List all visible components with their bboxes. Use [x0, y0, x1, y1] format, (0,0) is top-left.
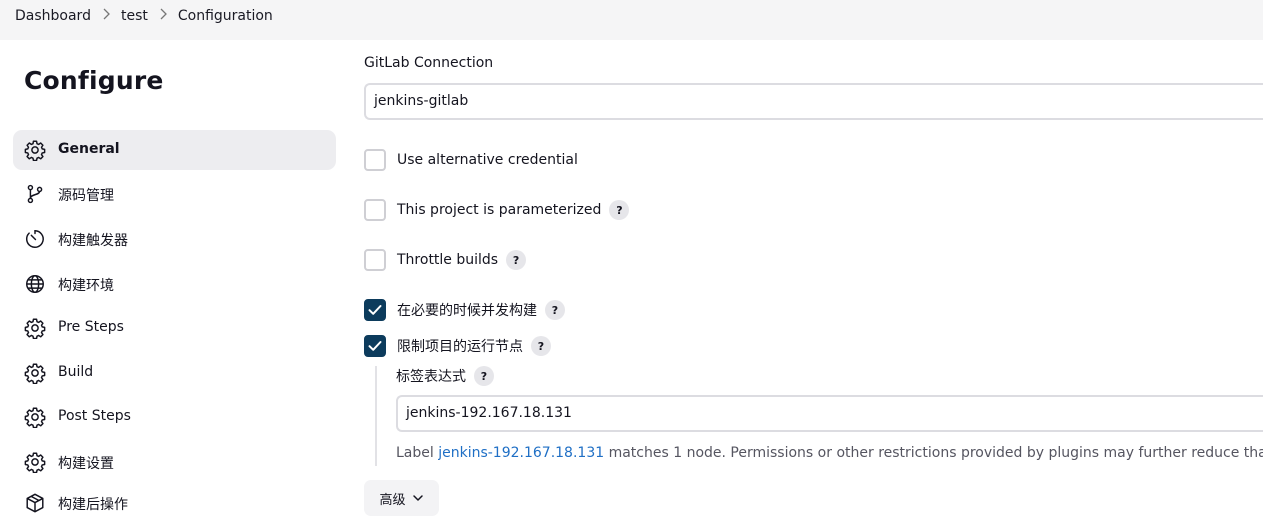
advanced-button[interactable]: 高级 [364, 480, 439, 516]
sidebar-item-general[interactable]: General [13, 130, 336, 170]
sidebar-item-label: Pre Steps [58, 319, 124, 335]
label-expression-input[interactable]: jenkins-192.167.18.131 [396, 395, 1263, 432]
sidebar-item-label: Build [58, 364, 94, 380]
gear-icon [24, 362, 46, 385]
checkbox-label[interactable]: 限制项目的运行节点 [397, 336, 523, 356]
use-alternative-credential-checkbox[interactable] [364, 149, 386, 171]
parameterized-option: This project is parameterized ? [364, 198, 630, 222]
label-expression-label: 标签表达式 [396, 369, 466, 385]
sidebar-item-post-build-actions[interactable]: 构建后操作 [13, 483, 336, 523]
concurrent-builds-checkbox[interactable] [364, 299, 386, 321]
sidebar-item-label: 源码管理 [58, 188, 114, 204]
nested-section-divider [375, 366, 377, 466]
sidebar-item-label: 构建环境 [58, 278, 114, 294]
help-icon[interactable]: ? [609, 200, 630, 220]
branch-icon [24, 183, 46, 205]
breadcrumb-test[interactable]: test [121, 8, 148, 24]
timer-icon [24, 228, 46, 250]
checkmark-icon [368, 305, 382, 315]
sidebar-item-build[interactable]: Build [13, 353, 336, 393]
gear-icon [24, 317, 46, 340]
sidebar-item-build-environment[interactable]: 构建环境 [13, 264, 336, 304]
breadcrumb: Dashboard test Configuration [15, 8, 273, 24]
gear-icon [24, 406, 46, 429]
sidebar-item-build-triggers[interactable]: 构建触发器 [13, 219, 336, 259]
advanced-button-label: 高级 [379, 492, 406, 508]
checkbox-label[interactable]: This project is parameterized [397, 202, 601, 218]
breadcrumb-dashboard[interactable]: Dashboard [15, 8, 91, 24]
sidebar-item-label: Post Steps [58, 408, 131, 424]
help-icon[interactable]: ? [506, 250, 527, 270]
breadcrumb-separator-icon [148, 8, 178, 24]
checkbox-label[interactable]: Use alternative credential [397, 152, 578, 168]
label-expression-header: 标签表达式 ? [396, 364, 494, 388]
checkbox-label[interactable]: Throttle builds [397, 252, 498, 268]
gear-icon [24, 139, 46, 162]
sidebar-item-pre-steps[interactable]: Pre Steps [13, 308, 336, 348]
sidebar-item-label: 构建后操作 [58, 497, 128, 513]
globe-icon [24, 273, 46, 295]
sidebar-item-build-settings[interactable]: 构建设置 [13, 442, 336, 482]
gitlab-connection-label: GitLab Connection [364, 55, 494, 71]
help-icon[interactable]: ? [474, 366, 494, 386]
label-node-link[interactable]: jenkins-192.167.18.131 [438, 445, 604, 461]
throttle-builds-checkbox[interactable] [364, 249, 386, 271]
parameterized-checkbox[interactable] [364, 199, 386, 221]
validation-suffix: matches 1 node. Permissions or other res… [604, 445, 1263, 461]
top-bar: Dashboard test Configuration [0, 0, 1263, 40]
chevron-down-icon [412, 494, 424, 502]
throttle-builds-option: Throttle builds ? [364, 248, 527, 272]
concurrent-builds-option: 在必要的时候并发构建 ? [364, 298, 565, 322]
gitlab-connection-select[interactable]: jenkins-gitlab [364, 83, 1263, 120]
breadcrumb-configuration[interactable]: Configuration [178, 8, 273, 24]
page-title: Configure [24, 66, 164, 95]
checkbox-label[interactable]: 在必要的时候并发构建 [397, 300, 537, 320]
restrict-node-checkbox[interactable] [364, 335, 386, 357]
breadcrumb-separator-icon [91, 8, 121, 24]
sidebar-item-label: 构建触发器 [58, 233, 128, 249]
sidebar-item-label: General [58, 141, 120, 157]
help-icon[interactable]: ? [531, 336, 551, 356]
sidebar-item-label: 构建设置 [58, 456, 114, 472]
package-icon [24, 492, 46, 514]
help-icon[interactable]: ? [545, 300, 565, 320]
sidebar-item-post-steps[interactable]: Post Steps [13, 397, 336, 437]
gear-icon [24, 451, 46, 474]
restrict-node-option: 限制项目的运行节点 ? [364, 334, 551, 358]
label-validation-message: Label jenkins-192.167.18.131 matches 1 n… [396, 445, 1263, 461]
sidebar-item-source-control[interactable]: 源码管理 [13, 174, 336, 214]
use-alternative-credential-option: Use alternative credential [364, 148, 578, 172]
validation-prefix: Label [396, 445, 439, 461]
checkmark-icon [368, 341, 382, 351]
